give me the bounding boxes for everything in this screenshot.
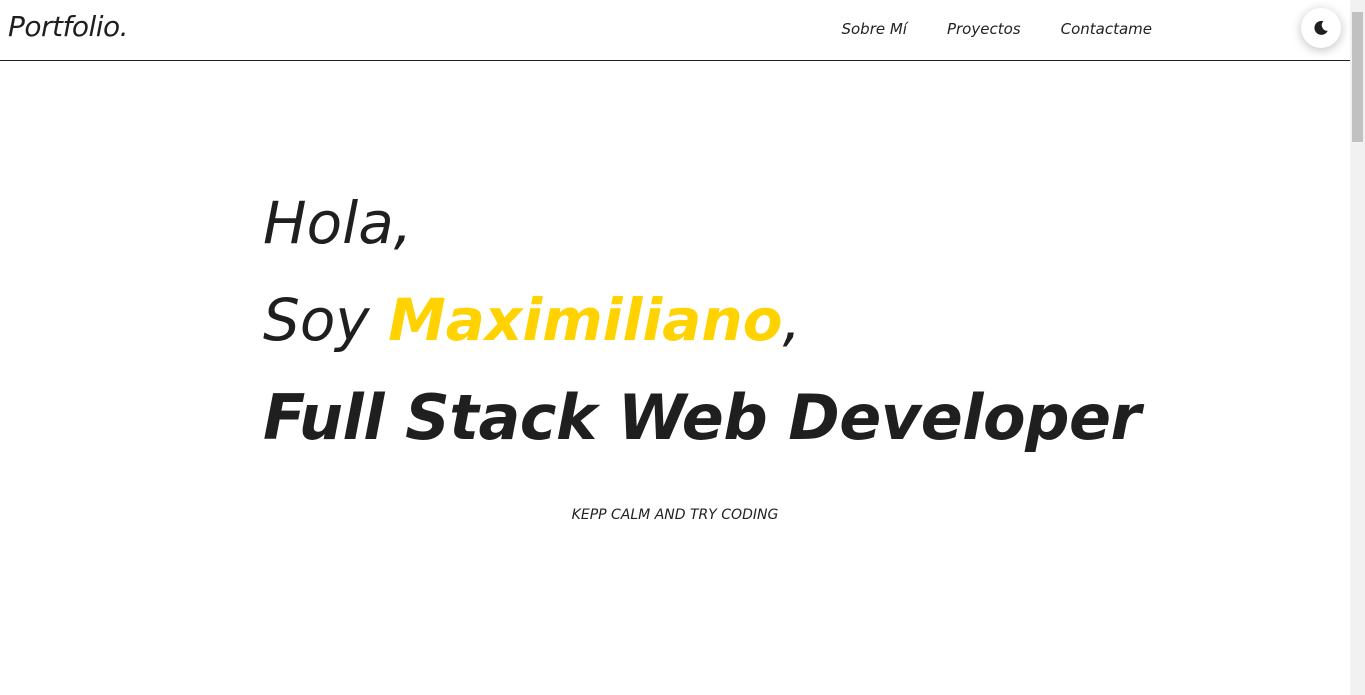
- vertical-scrollbar[interactable]: [1350, 0, 1365, 695]
- page: Portfolio. Sobre Mí Proyectos Contactame…: [0, 0, 1365, 695]
- moon-icon: [1314, 20, 1328, 35]
- hero-intro: Soy Maximiliano,: [263, 272, 1141, 369]
- navbar: Portfolio. Sobre Mí Proyectos Contactame: [0, 0, 1350, 61]
- theme-toggle-button[interactable]: [1301, 8, 1341, 48]
- hero-greeting: Hola,: [263, 189, 413, 257]
- hero-intro-prefix: Soy: [263, 286, 389, 354]
- hero-role: Full Stack Web Developer: [263, 381, 1141, 454]
- hero-name: Maximiliano: [388, 286, 783, 354]
- scrollbar-thumb[interactable]: [1352, 12, 1363, 142]
- logo[interactable]: Portfolio.: [8, 10, 129, 43]
- nav-link-sobre-mi[interactable]: Sobre Mí: [841, 20, 907, 38]
- nav-link-proyectos[interactable]: Proyectos: [947, 20, 1021, 38]
- tagline: KEPP CALM AND TRY CODING: [571, 507, 779, 523]
- hero: Hola, Soy Maximiliano, Full Stack Web De…: [263, 175, 1141, 466]
- nav-links: Sobre Mí Proyectos Contactame: [841, 20, 1152, 38]
- nav-link-contactame[interactable]: Contactame: [1061, 20, 1152, 38]
- hero-intro-suffix: ,: [782, 286, 802, 354]
